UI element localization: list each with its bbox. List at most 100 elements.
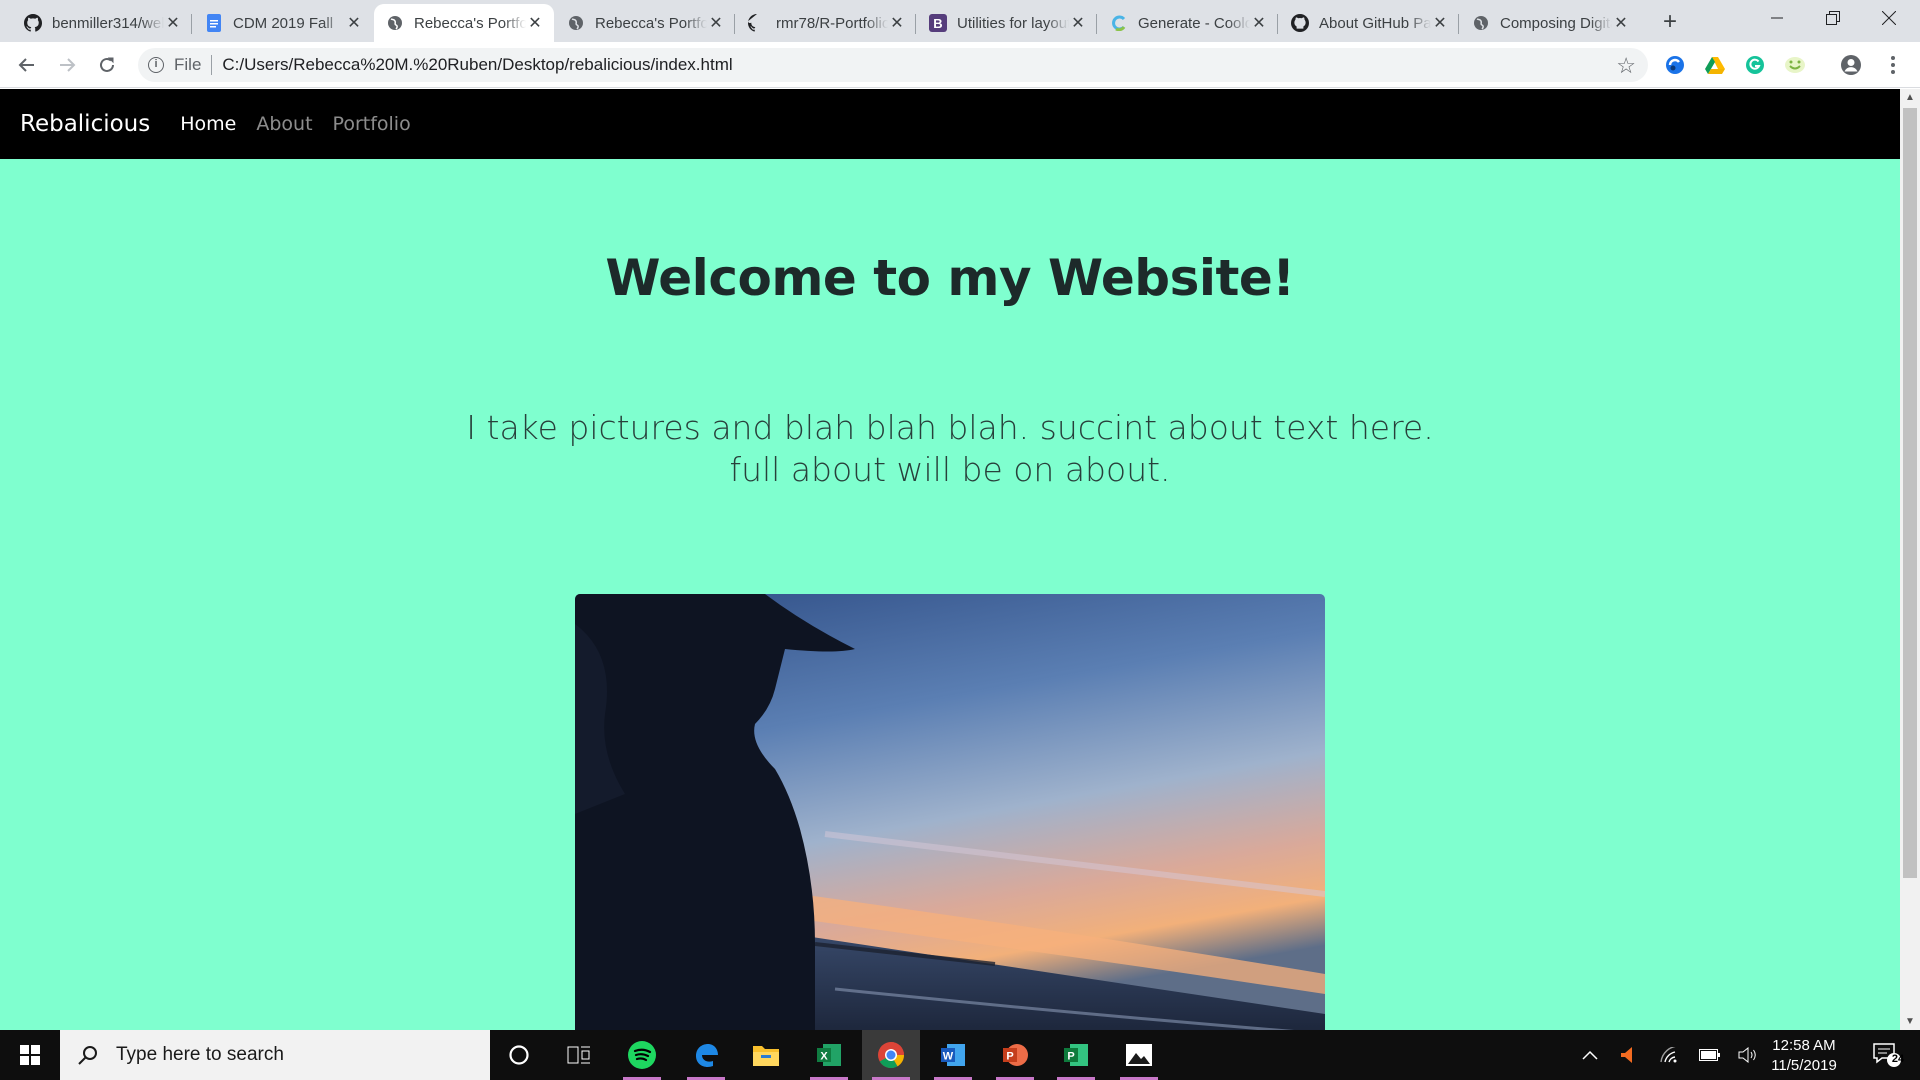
nav-link-about[interactable]: About <box>256 113 312 135</box>
minimize-icon[interactable] <box>1752 0 1802 36</box>
battery-icon[interactable] <box>1696 1030 1724 1080</box>
show-hidden-icons-icon[interactable] <box>1576 1030 1604 1080</box>
svg-text:X: X <box>820 1051 828 1063</box>
tray-app-icon[interactable] <box>1612 1030 1640 1080</box>
close-tab-icon[interactable]: ✕ <box>707 14 725 32</box>
address-bar[interactable]: i File C:/Users/Rebecca%20M.%20Ruben/Des… <box>138 48 1648 82</box>
forward-icon[interactable] <box>52 50 82 80</box>
svg-text:P: P <box>1067 1051 1074 1063</box>
tab-divider <box>915 14 916 34</box>
clock-date: 11/5/2019 <box>1771 1057 1837 1074</box>
google-docs-icon <box>205 14 223 32</box>
hero-photo <box>575 594 1325 1030</box>
site-brand[interactable]: Rebalicious <box>20 111 150 137</box>
github-icon <box>24 14 42 32</box>
file-explorer-icon[interactable] <box>737 1030 795 1080</box>
chrome-icon[interactable] <box>862 1030 920 1080</box>
volume-icon[interactable] <box>1734 1030 1762 1080</box>
site-info-icon[interactable]: i <box>148 57 164 73</box>
tab-title: Composing Digital <box>1500 14 1612 32</box>
tab-rebeccas-portfolio-active[interactable]: Rebecca's Portfolio ✕ <box>374 4 554 42</box>
tab-composing-digital[interactable]: Composing Digital ✕ <box>1460 4 1640 42</box>
tab-title: CDM 2019 Fall <box>233 14 334 32</box>
svg-text:B: B <box>933 16 942 31</box>
tab-github-webdev[interactable]: benmiller314/webdev ✕ <box>12 4 192 42</box>
tab-about-github-pages[interactable]: About GitHub Pages ✕ <box>1279 4 1459 42</box>
chrome-menu-icon[interactable] <box>1880 52 1906 78</box>
intro-text: I take pictures and blah blah blah. succ… <box>0 407 1900 491</box>
close-tab-icon[interactable]: ✕ <box>1612 14 1630 32</box>
tab-title: Utilities for layout <box>957 14 1069 32</box>
excel-icon[interactable]: X <box>800 1030 858 1080</box>
new-tab-button[interactable]: + <box>1656 9 1684 37</box>
tab-coolors[interactable]: Generate - Coolors ✕ <box>1098 4 1278 42</box>
taskbar-clock[interactable]: 12:58 AM 11/5/2019 <box>1762 1036 1846 1076</box>
action-center-icon[interactable]: 24 <box>1862 1030 1912 1080</box>
tab-divider <box>734 14 735 34</box>
tab-divider <box>1277 14 1278 34</box>
scrollbar-thumb[interactable] <box>1903 108 1917 878</box>
github-icon <box>748 14 766 32</box>
extension-drive-icon[interactable] <box>1702 52 1728 78</box>
restore-icon[interactable] <box>1808 0 1858 36</box>
close-tab-icon[interactable]: ✕ <box>888 14 906 32</box>
clock-time: 12:58 AM <box>1772 1037 1836 1054</box>
scroll-up-icon[interactable]: ▲ <box>1900 89 1920 106</box>
tab-divider <box>1096 14 1097 34</box>
project-icon[interactable]: P <box>1047 1030 1105 1080</box>
github-icon <box>1291 14 1309 32</box>
reload-icon[interactable] <box>92 50 122 80</box>
intro-line-1: I take pictures and blah blah blah. succ… <box>466 408 1434 447</box>
powerpoint-icon[interactable]: P <box>986 1030 1044 1080</box>
tab-strip: benmiller314/webdev ✕ CDM 2019 Fall ✕ Re… <box>0 0 1920 42</box>
close-tab-icon[interactable]: ✕ <box>1069 14 1087 32</box>
globe-icon <box>1472 14 1490 32</box>
windows-taskbar: Type here to search X W P P 12:58 AM 11/… <box>0 1030 1920 1080</box>
close-tab-icon[interactable]: ✕ <box>345 14 363 32</box>
windows-start-icon[interactable] <box>0 1030 60 1080</box>
browser-toolbar: i File C:/Users/Rebecca%20M.%20Ruben/Des… <box>0 42 1920 88</box>
extension-smile-icon[interactable] <box>1782 52 1808 78</box>
url-scheme: File <box>174 55 202 74</box>
spotify-icon[interactable] <box>613 1030 671 1080</box>
bookmark-star-icon[interactable]: ☆ <box>1616 53 1636 79</box>
page-viewport: Rebalicious Home About Portfolio Welcome… <box>0 89 1900 1030</box>
close-tab-icon[interactable]: ✕ <box>164 14 182 32</box>
globe-icon <box>386 14 404 32</box>
page-scrollbar[interactable]: ▲ ▼ <box>1900 89 1920 1030</box>
wifi-icon[interactable] <box>1656 1030 1684 1080</box>
photos-icon[interactable] <box>1110 1030 1168 1080</box>
tab-rebeccas-portfolio[interactable]: Rebecca's Portfolio ✕ <box>555 4 735 42</box>
back-icon[interactable] <box>12 50 42 80</box>
scroll-down-icon[interactable]: ▼ <box>1900 1013 1920 1030</box>
notification-count-badge: 24 <box>1891 1053 1905 1065</box>
profile-avatar-icon[interactable] <box>1838 52 1864 78</box>
tab-bootstrap-utilities[interactable]: B Utilities for layout ✕ <box>917 4 1097 42</box>
tab-divider <box>1458 14 1459 34</box>
tab-cdm-2019[interactable]: CDM 2019 Fall ✕ <box>193 4 373 42</box>
tab-github-r-portfolio[interactable]: rmr78/R-Portfolio ✕ <box>736 4 916 42</box>
tab-title: rmr78/R-Portfolio <box>776 14 888 32</box>
close-tab-icon[interactable]: ✕ <box>526 14 544 32</box>
url-text[interactable]: C:/Users/Rebecca%20M.%20Ruben/Desktop/re… <box>222 55 732 75</box>
close-tab-icon[interactable]: ✕ <box>1431 14 1449 32</box>
search-placeholder: Type here to search <box>116 1044 284 1065</box>
cortana-icon[interactable] <box>490 1030 548 1080</box>
page-heading: Welcome to my Website! <box>605 249 1295 307</box>
close-window-icon[interactable] <box>1864 0 1914 36</box>
svg-text:P: P <box>1006 1051 1013 1063</box>
grammarly-icon[interactable] <box>1742 52 1768 78</box>
close-tab-icon[interactable]: ✕ <box>1250 14 1268 32</box>
task-view-icon[interactable] <box>550 1030 608 1080</box>
taskbar-search-box[interactable]: Type here to search <box>60 1030 490 1080</box>
extension-blue-icon[interactable] <box>1662 52 1688 78</box>
nav-link-home[interactable]: Home <box>180 113 236 135</box>
word-icon[interactable]: W <box>924 1030 982 1080</box>
nav-link-portfolio[interactable]: Portfolio <box>333 113 411 135</box>
intro-line-2: full about will be on about. <box>729 450 1171 489</box>
tab-title: About GitHub Pages <box>1319 14 1431 32</box>
edge-icon[interactable] <box>677 1030 735 1080</box>
globe-icon <box>567 14 585 32</box>
svg-text:W: W <box>943 1051 954 1063</box>
bootstrap-icon: B <box>929 14 947 32</box>
